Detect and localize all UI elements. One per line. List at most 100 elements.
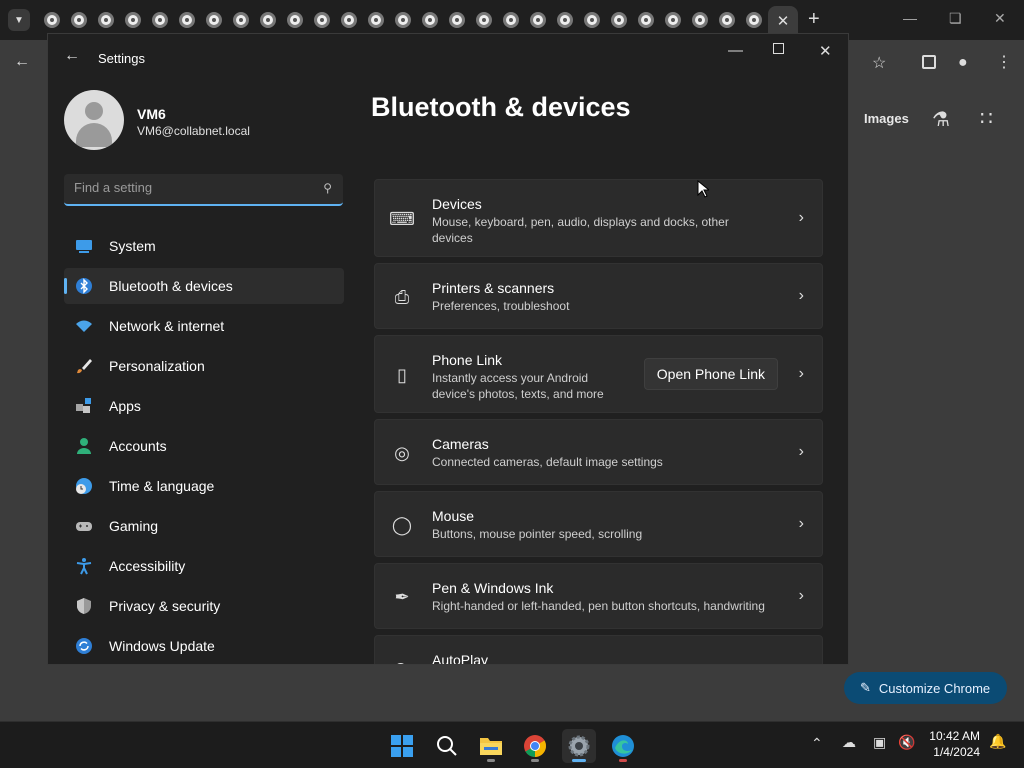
search-box[interactable]: ⚲ xyxy=(64,174,343,206)
restore-icon[interactable]: ❏ xyxy=(949,10,962,27)
labs-flask-icon[interactable]: ⚗ xyxy=(932,107,950,132)
globe-clock-icon xyxy=(76,478,92,494)
open-phone-link-button[interactable]: Open Phone Link xyxy=(643,358,778,390)
browser-tab[interactable] xyxy=(179,12,195,28)
chrome-menu-icon[interactable]: ⋮ xyxy=(996,52,1012,72)
sidebar-item-system[interactable]: System xyxy=(64,228,344,264)
sidebar-item-personalization[interactable]: Personalization xyxy=(64,348,344,384)
back-arrow-icon[interactable]: ← xyxy=(64,47,80,65)
card-mouse[interactable]: ◯ Mouse Buttons, mouse pointer speed, sc… xyxy=(374,491,823,557)
browser-tab[interactable] xyxy=(368,12,384,28)
chrome-taskbar-button[interactable] xyxy=(518,729,552,763)
browser-tab[interactable] xyxy=(71,12,87,28)
clock-time: 10:42 AM xyxy=(929,729,980,743)
browser-tab[interactable] xyxy=(611,12,627,28)
sidebar-item-bluetooth-devices[interactable]: Bluetooth & devices xyxy=(64,268,344,304)
browser-tab[interactable] xyxy=(395,12,411,28)
sidebar-item-label: Gaming xyxy=(109,518,159,534)
card-title: Phone Link xyxy=(432,352,503,368)
browser-tab[interactable] xyxy=(98,12,114,28)
network-icon[interactable]: ▣ xyxy=(873,734,886,751)
browser-tab[interactable] xyxy=(746,12,762,28)
avatar[interactable] xyxy=(64,90,124,150)
customize-chrome-button[interactable]: ✎ Customize Chrome xyxy=(844,672,1007,704)
browser-tab[interactable] xyxy=(125,12,141,28)
sidebar-item-privacy-security[interactable]: Privacy & security xyxy=(64,588,344,624)
tab-search-button[interactable]: ▼ xyxy=(8,9,30,31)
chevron-right-icon: › xyxy=(798,587,804,604)
browser-tab[interactable] xyxy=(719,12,735,28)
sidebar-item-apps[interactable]: Apps xyxy=(64,388,344,424)
browser-tab[interactable] xyxy=(206,12,222,28)
browser-tab[interactable] xyxy=(692,12,708,28)
file-explorer-button[interactable] xyxy=(474,729,508,763)
card-title: Pen & Windows Ink xyxy=(432,580,554,596)
browser-tab[interactable] xyxy=(530,12,546,28)
card-subtitle: Preferences, troubleshoot xyxy=(432,299,570,313)
browser-tab[interactable] xyxy=(665,12,681,28)
browser-tab[interactable] xyxy=(422,12,438,28)
wifi-icon xyxy=(76,320,92,332)
search-button[interactable] xyxy=(430,729,464,763)
card-autoplay[interactable]: ⟳ AutoPlay › xyxy=(374,635,823,664)
card-devices[interactable]: ⌨ Devices Mouse, keyboard, pen, audio, d… xyxy=(374,179,823,257)
window-title: Settings xyxy=(98,51,145,66)
profile-icon[interactable]: ● xyxy=(958,54,968,72)
browser-tab[interactable] xyxy=(476,12,492,28)
browser-tab[interactable] xyxy=(314,12,330,28)
edge-taskbar-button[interactable] xyxy=(606,729,640,763)
card-title: Printers & scanners xyxy=(432,280,555,296)
card-title: Mouse xyxy=(432,508,475,524)
browser-tab[interactable] xyxy=(557,12,573,28)
browser-tab[interactable] xyxy=(233,12,249,28)
chevron-right-icon: › xyxy=(798,365,804,382)
sidebar-item-accounts[interactable]: Accounts xyxy=(64,428,344,464)
browser-tab[interactable] xyxy=(503,12,519,28)
chevron-right-icon: › xyxy=(798,515,804,532)
back-arrow-icon[interactable]: ← xyxy=(14,53,30,71)
sidebar-item-windows-update[interactable]: Windows Update xyxy=(64,628,344,664)
browser-tab[interactable] xyxy=(44,12,60,28)
sidebar-item-network[interactable]: Network & internet xyxy=(64,308,344,344)
minimize-icon[interactable]: — xyxy=(728,42,743,59)
onedrive-offline-icon[interactable]: ☁ xyxy=(842,734,856,751)
maximize-icon[interactable] xyxy=(773,43,784,54)
close-window-icon[interactable]: ✕ xyxy=(819,42,832,60)
card-printers-scanners[interactable]: ⎙ Printers & scanners Preferences, troub… xyxy=(374,263,823,329)
sidebar-item-label: Accessibility xyxy=(109,558,186,574)
sidebar-item-accessibility[interactable]: Accessibility xyxy=(64,548,344,584)
show-hidden-icons-chevron-icon[interactable]: ⌃ xyxy=(811,735,823,752)
minimize-icon[interactable]: — xyxy=(903,10,917,26)
side-panel-icon[interactable] xyxy=(922,55,936,69)
bookmark-star-icon[interactable]: ☆ xyxy=(872,53,886,73)
notification-bell-icon[interactable]: 🔔 xyxy=(989,733,1006,750)
close-tab-icon[interactable]: ✕ xyxy=(768,6,798,36)
start-button[interactable] xyxy=(385,729,419,763)
browser-tab[interactable] xyxy=(449,12,465,28)
card-cameras[interactable]: ◎ Cameras Connected cameras, default ima… xyxy=(374,419,823,485)
pen-icon: ✒ xyxy=(394,586,410,607)
browser-tab[interactable] xyxy=(638,12,654,28)
card-title: Cameras xyxy=(432,436,489,452)
card-pen-windows-ink[interactable]: ✒ Pen & Windows Ink Right-handed or left… xyxy=(374,563,823,629)
sidebar-item-gaming[interactable]: Gaming xyxy=(64,508,344,544)
volume-muted-icon[interactable]: 🔇 xyxy=(898,734,915,751)
settings-taskbar-button[interactable] xyxy=(562,729,596,763)
search-icon[interactable]: ⚲ xyxy=(323,181,332,195)
images-link[interactable]: Images xyxy=(864,111,909,126)
browser-tab[interactable] xyxy=(287,12,303,28)
browser-tab[interactable] xyxy=(341,12,357,28)
chevron-right-icon: › xyxy=(798,443,804,460)
browser-tab[interactable] xyxy=(152,12,168,28)
browser-tab[interactable] xyxy=(260,12,276,28)
search-input[interactable] xyxy=(74,180,304,195)
sidebar-item-time-language[interactable]: Time & language xyxy=(64,468,344,504)
browser-tab[interactable] xyxy=(584,12,600,28)
new-tab-icon[interactable]: + xyxy=(808,8,820,31)
close-window-icon[interactable]: ✕ xyxy=(994,10,1006,27)
card-phone-link[interactable]: ▯ Phone Link Instantly access your Andro… xyxy=(374,335,823,413)
card-subtitle: Buttons, mouse pointer speed, scrolling xyxy=(432,527,643,541)
taskbar-clock[interactable]: 10:42 AM 1/4/2024 xyxy=(922,728,980,760)
apps-grid-icon[interactable]: ∷ xyxy=(980,106,993,131)
sidebar-item-label: Apps xyxy=(109,398,141,414)
